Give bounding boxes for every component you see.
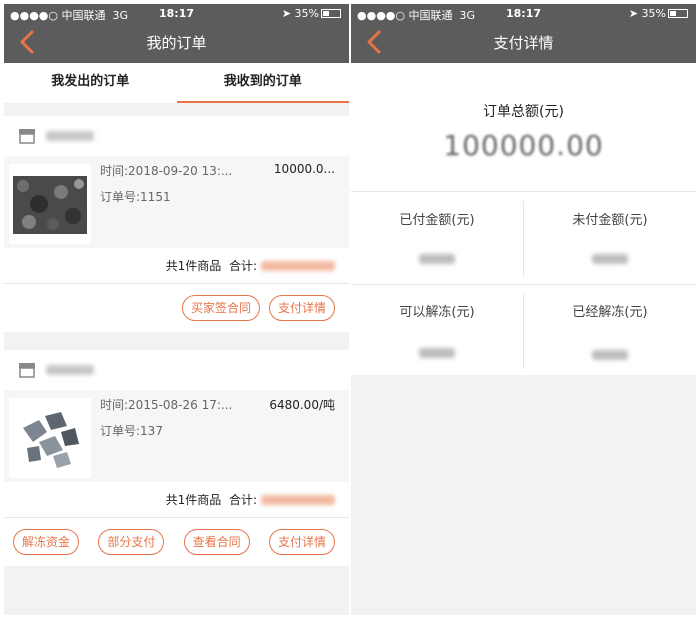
- unpaid-amount-label: 未付金额(元): [572, 213, 648, 228]
- total-label: 合计:: [228, 493, 257, 507]
- total-label: 合计:: [228, 259, 257, 273]
- status-bar: ●●●●○ 中国联通 3G 18:17 ➤ 35%: [351, 7, 696, 23]
- location-icon: ➤: [628, 7, 639, 20]
- tab-sent-orders[interactable]: 我发出的订单: [4, 63, 177, 103]
- payment-details-button[interactable]: 支付详情: [268, 529, 335, 555]
- order-actions: 买家签合同 支付详情: [4, 284, 349, 332]
- battery-icon: [668, 9, 688, 18]
- total-amount-blurred: [261, 260, 335, 271]
- order-price: 6480.00/吨: [269, 398, 335, 412]
- payment-details-button[interactable]: 支付详情: [268, 295, 335, 321]
- order-card: 时间:2018-09-20 13:... 10000.0... 订单号:1151…: [4, 116, 349, 332]
- shop-name-blurred: [46, 365, 94, 375]
- shop-row: [4, 350, 349, 390]
- item-count: 共1件商品: [165, 493, 222, 507]
- shop-name-blurred: [46, 131, 94, 141]
- nav-bar: ●●●●○ 中国联通 3G 18:17 ➤ 35% 我的订单: [4, 4, 349, 63]
- divider: [351, 284, 696, 285]
- orders-screen: ●●●●○ 中国联通 3G 18:17 ➤ 35% 我的订单 我发出的订单 我收…: [4, 4, 349, 615]
- battery-percent: 35%: [641, 7, 666, 20]
- divider: [351, 191, 696, 192]
- shop-row: [4, 116, 349, 156]
- unfrozen-amount-label: 已经解冻(元): [572, 305, 648, 320]
- unfrozen-amount-blurred: [524, 345, 696, 364]
- order-number: 订单号:1151: [100, 190, 171, 204]
- unfreezable-amount-label: 可以解冻(元): [399, 305, 475, 320]
- item-count: 共1件商品: [165, 259, 222, 273]
- store-icon: [19, 363, 35, 378]
- tab-received-orders[interactable]: 我收到的订单: [176, 63, 349, 103]
- store-icon: [19, 129, 35, 144]
- order-total-label: 订单总额(元): [483, 104, 564, 120]
- buyer-sign-contract-button[interactable]: 买家签合同: [181, 295, 260, 321]
- order-time: 时间:2018-09-20 13:...: [100, 164, 233, 178]
- paid-amount-label: 已付金额(元): [399, 213, 475, 228]
- location-icon: ➤: [281, 7, 292, 20]
- page-title: 支付详情: [493, 34, 554, 52]
- paid-amount-blurred: [351, 249, 523, 268]
- battery-percent: 35%: [294, 7, 319, 20]
- product-image: [9, 398, 91, 478]
- unfreezable-amount-blurred: [351, 343, 523, 362]
- nav-bar: ●●●●○ 中国联通 3G 18:17 ➤ 35% 支付详情: [351, 4, 696, 63]
- battery-icon: [321, 9, 341, 18]
- unfreeze-funds-button[interactable]: 解冻资金: [13, 529, 80, 555]
- order-card: 时间:2015-08-26 17:... 6480.00/吨 订单号:137 共…: [4, 350, 349, 566]
- product-image: [9, 164, 91, 244]
- order-summary: 共1件商品 合计:: [4, 248, 349, 284]
- order-item[interactable]: 时间:2015-08-26 17:... 6480.00/吨 订单号:137: [4, 390, 349, 482]
- order-summary: 共1件商品 合计:: [4, 482, 349, 518]
- page-title: 我的订单: [146, 34, 207, 52]
- partial-payment-button[interactable]: 部分支付: [98, 529, 165, 555]
- payment-summary: 订单总额(元) 100000.00 已付金额(元) 未付金额(元) 可以解冻(元…: [351, 63, 696, 375]
- order-tabs: 我发出的订单 我收到的订单: [4, 63, 349, 103]
- order-total-value: 100000.00: [443, 129, 604, 162]
- unpaid-amount-blurred: [524, 249, 696, 268]
- order-actions: 解冻资金 部分支付 查看合同 支付详情: [4, 518, 349, 566]
- payment-details-screen: ●●●●○ 中国联通 3G 18:17 ➤ 35% 支付详情 订单总额(元) 1…: [351, 4, 696, 615]
- order-time: 时间:2015-08-26 17:...: [100, 398, 233, 412]
- order-price: 10000.0...: [273, 162, 335, 176]
- status-bar: ●●●●○ 中国联通 3G 18:17 ➤ 35%: [4, 7, 349, 23]
- order-number: 订单号:137: [100, 424, 163, 438]
- view-contract-button[interactable]: 查看合同: [183, 529, 250, 555]
- order-item[interactable]: 时间:2018-09-20 13:... 10000.0... 订单号:1151: [4, 156, 349, 248]
- total-amount-blurred: [261, 494, 335, 505]
